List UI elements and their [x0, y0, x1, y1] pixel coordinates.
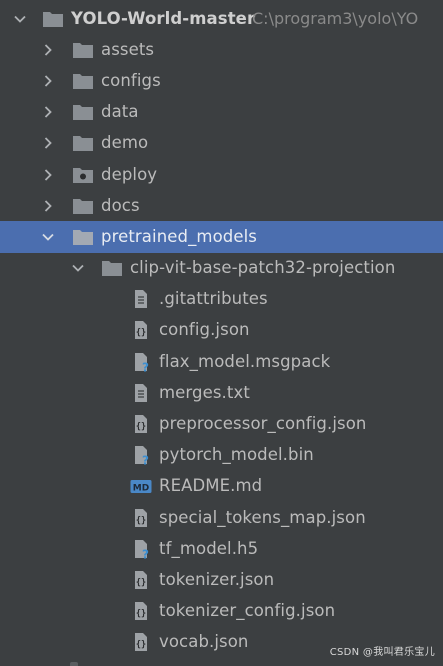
tree-row-pretrained-models[interactable]: pretrained_models	[0, 221, 443, 253]
chevron-right-icon[interactable]	[40, 135, 56, 151]
chevron-right-icon[interactable]	[40, 198, 56, 214]
folder-icon	[72, 102, 94, 122]
file-label: tokenizer_config.json	[159, 601, 336, 621]
folder-icon	[72, 227, 94, 247]
tree-item-label: deploy	[101, 164, 158, 184]
chevron-down-icon[interactable]	[40, 229, 56, 245]
folder-icon	[72, 133, 94, 153]
tree-bottom-edge	[0, 660, 443, 666]
file-label: tokenizer.json	[159, 570, 275, 590]
tree-row-configs[interactable]: configs	[0, 65, 443, 96]
svg-text:{}: {}	[136, 328, 146, 338]
project-tree: YOLO-World-master C:\program3\yolo\YO as…	[0, 3, 443, 658]
tree-row-docs[interactable]: docs	[0, 190, 443, 221]
file-label: special_tokens_map.json	[159, 507, 366, 527]
file-label: pytorch_model.bin	[159, 445, 314, 465]
tree-row-file[interactable]: ? pytorch_model.bin	[0, 440, 443, 471]
folder-icon	[72, 71, 94, 91]
file-label: tf_model.h5	[159, 538, 259, 558]
tree-row-assets[interactable]: assets	[0, 34, 443, 65]
tree-row-file[interactable]: {} config.json	[0, 315, 443, 346]
json-file-icon: {}	[130, 570, 152, 590]
watermark: CSDN @我叫君乐宝儿	[329, 647, 435, 658]
svg-text:{}: {}	[136, 609, 146, 619]
folder-icon	[72, 40, 94, 60]
json-file-icon: {}	[130, 601, 152, 621]
tree-row-demo[interactable]: demo	[0, 128, 443, 159]
json-file-icon: {}	[130, 320, 152, 340]
file-label: flax_model.msgpack	[159, 351, 331, 371]
chevron-right-icon[interactable]	[40, 104, 56, 120]
svg-text:?: ?	[142, 454, 149, 466]
unknown-file-icon: ?	[130, 352, 152, 372]
json-file-icon: {}	[130, 508, 152, 528]
tree-row-file[interactable]: merges.txt	[0, 377, 443, 408]
project-root-path: C:\program3\yolo\YO	[252, 8, 419, 28]
tree-row-root[interactable]: YOLO-World-master C:\program3\yolo\YO	[0, 3, 443, 34]
module-folder-icon	[72, 165, 94, 185]
file-label: .gitattributes	[159, 289, 268, 309]
svg-text:{}: {}	[136, 578, 146, 588]
tree-row-file[interactable]: MD README.md	[0, 471, 443, 502]
text-file-icon	[130, 289, 152, 309]
svg-text:?: ?	[142, 360, 149, 372]
text-file-icon	[130, 383, 152, 403]
tree-item-label: configs	[101, 71, 161, 91]
chevron-right-icon[interactable]	[40, 42, 56, 58]
tree-item-label: assets	[101, 39, 155, 59]
chevron-down-icon[interactable]	[12, 11, 28, 27]
svg-text:?: ?	[142, 547, 149, 559]
tree-item-label: clip-vit-base-patch32-projection	[130, 258, 396, 278]
file-label: vocab.json	[159, 632, 249, 652]
tree-item-label: docs	[101, 195, 140, 215]
chevron-down-icon[interactable]	[70, 260, 86, 276]
tree-item-label: data	[101, 102, 139, 122]
tree-row-file[interactable]: {} preprocessor_config.json	[0, 408, 443, 439]
unknown-file-icon: ?	[130, 445, 152, 465]
file-label: config.json	[159, 320, 250, 340]
tree-item-label: pretrained_models	[101, 227, 258, 247]
tree-row-file[interactable]: .gitattributes	[0, 284, 443, 315]
next-row-peek	[70, 662, 78, 666]
json-file-icon: {}	[130, 414, 152, 434]
chevron-right-icon[interactable]	[40, 167, 56, 183]
tree-row-file[interactable]: {} tokenizer_config.json	[0, 596, 443, 627]
folder-icon	[42, 9, 64, 29]
tree-row-deploy[interactable]: deploy	[0, 159, 443, 190]
svg-text:{}: {}	[136, 516, 146, 526]
tree-item-label: demo	[101, 133, 149, 153]
folder-icon	[101, 258, 123, 278]
chevron-right-icon[interactable]	[40, 73, 56, 89]
tree-row-file[interactable]: {} tokenizer.json	[0, 564, 443, 595]
tree-row-data[interactable]: data	[0, 97, 443, 128]
project-root-label: YOLO-World-master	[71, 8, 256, 28]
file-label: preprocessor_config.json	[159, 414, 367, 434]
svg-text:{}: {}	[136, 640, 146, 650]
folder-icon	[72, 196, 94, 216]
markdown-file-icon: MD	[130, 476, 152, 496]
json-file-icon: {}	[130, 632, 152, 652]
tree-row-file[interactable]: ? flax_model.msgpack	[0, 346, 443, 377]
tree-row-clip-vit[interactable]: clip-vit-base-patch32-projection	[0, 253, 443, 284]
file-label: README.md	[159, 476, 263, 496]
svg-text:{}: {}	[136, 422, 146, 432]
file-label: merges.txt	[159, 382, 250, 402]
tree-row-file[interactable]: {} special_tokens_map.json	[0, 502, 443, 533]
tree-row-file[interactable]: ? tf_model.h5	[0, 533, 443, 564]
svg-text:MD: MD	[133, 484, 149, 494]
unknown-file-icon: ?	[130, 539, 152, 559]
